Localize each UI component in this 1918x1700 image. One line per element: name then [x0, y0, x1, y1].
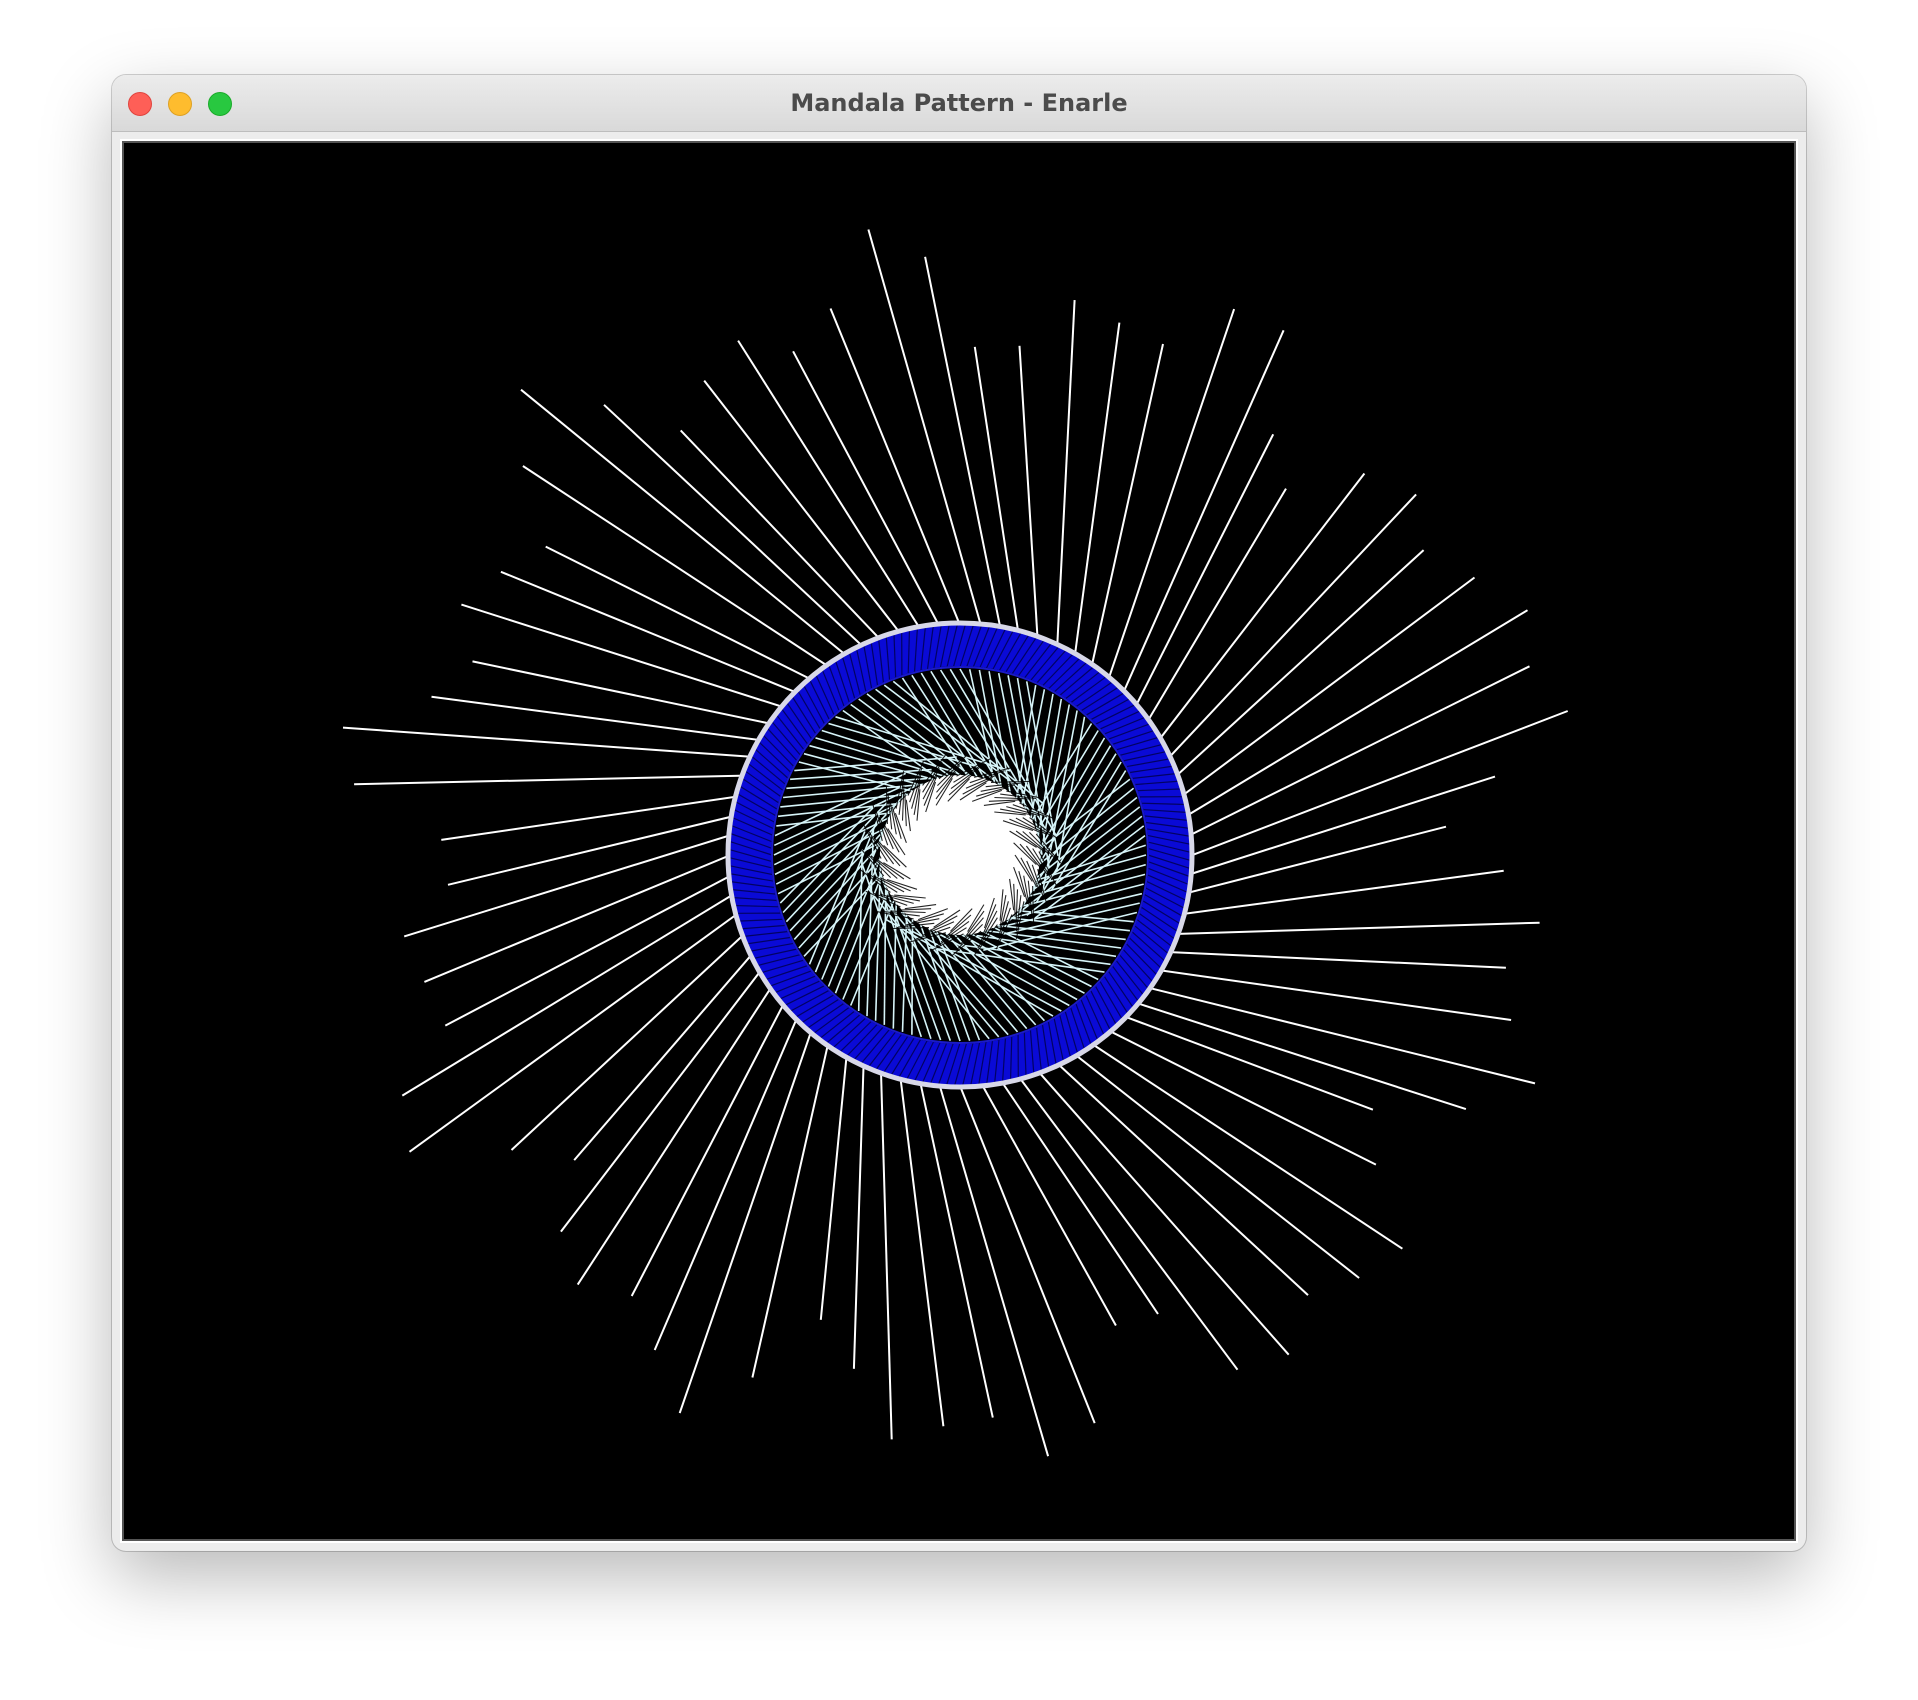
outer-ray — [342, 726, 796, 761]
title-bar[interactable]: Mandala Pattern - Enarle — [112, 75, 1806, 132]
window-title: Mandala Pattern - Enarle — [790, 89, 1128, 117]
outer-ray — [560, 934, 789, 1233]
outer-ray — [1115, 963, 1512, 1021]
app-window: Mandala Pattern - Enarle — [112, 75, 1806, 1551]
core-hatch — [1032, 885, 1035, 925]
outer-ray — [878, 1027, 893, 1440]
outer-ray — [1148, 609, 1529, 840]
outer-ray — [829, 308, 978, 667]
outer-ray — [703, 379, 928, 669]
outer-ray — [653, 976, 816, 1351]
outer-ray — [992, 1041, 1239, 1371]
core-hatch — [890, 927, 930, 930]
outer-ray — [403, 821, 774, 938]
outer-ray — [1054, 1018, 1403, 1250]
outer-ray — [924, 256, 1011, 672]
outer-ray — [1093, 308, 1236, 721]
outer-ray — [852, 1019, 866, 1369]
outer-ray — [678, 989, 827, 1414]
outer-ray — [1068, 322, 1121, 700]
outer-ray — [510, 903, 778, 1151]
outer-ray — [1148, 710, 1569, 873]
outer-ray — [401, 870, 772, 1097]
inner-line — [786, 777, 932, 790]
outer-ray — [1024, 1032, 1309, 1296]
outer-ray — [942, 1043, 1096, 1424]
outer-ray — [792, 350, 961, 666]
outer-ray — [1146, 775, 1496, 889]
outer-ray — [354, 773, 788, 786]
outer-ray — [1008, 1037, 1290, 1356]
outer-ray — [1068, 1009, 1377, 1166]
outer-ray — [894, 1033, 945, 1427]
outer-ray — [424, 837, 772, 983]
outer-ray — [1104, 329, 1285, 734]
outer-ray — [737, 340, 945, 667]
outer-ray — [1094, 988, 1467, 1111]
outer-ray — [751, 1000, 839, 1378]
outer-ray — [1039, 1026, 1360, 1279]
outer-ray — [522, 465, 866, 692]
outer-ray — [444, 854, 771, 1027]
outer-ray — [461, 603, 826, 722]
outer-ray — [603, 404, 896, 678]
outer-ray — [1146, 576, 1476, 823]
outer-ray — [1054, 300, 1076, 691]
mandala-pattern — [342, 229, 1569, 1457]
outer-ray — [1124, 949, 1506, 969]
outer-ray — [1081, 343, 1164, 710]
outer-ray — [408, 887, 774, 1153]
outer-ray — [1137, 493, 1417, 791]
outer-ray — [472, 660, 815, 734]
core-center — [912, 807, 1008, 903]
outer-ray — [679, 429, 912, 673]
outer-ray — [1132, 921, 1540, 937]
window-content — [120, 139, 1798, 1543]
drawing-canvas — [122, 141, 1796, 1541]
outer-ray — [1142, 549, 1425, 807]
